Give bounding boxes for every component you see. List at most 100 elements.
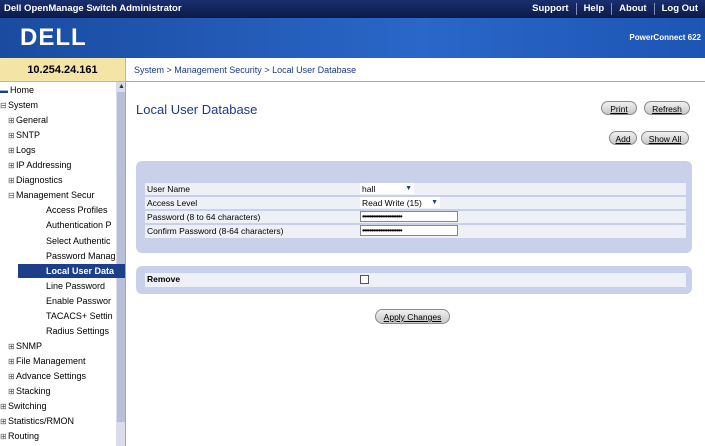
nav-item-label: Routing (8, 431, 40, 442)
nav-item-password-manag[interactable]: Password Manag (18, 249, 125, 263)
nav-item-stacking[interactable]: ⊞Stacking (8, 384, 116, 398)
password-row: Password (8 to 64 characters) ••••••••••… (145, 211, 686, 224)
nav-item-label: General (16, 115, 49, 126)
nav-item-label: Select Authentic (46, 235, 111, 246)
nav-item-system[interactable]: ⊟System (0, 98, 116, 112)
confirm-password-row: Confirm Password (8-64 characters) •••••… (145, 225, 686, 238)
top-links: Support Help About Log Out (525, 0, 705, 18)
nav-item-advance-settings[interactable]: ⊞Advance Settings (8, 369, 116, 383)
nav-item-label: Password Manag (46, 250, 116, 261)
show-all-button[interactable]: Show All (641, 131, 689, 145)
confirm-password-label: Confirm Password (8-64 characters) (147, 226, 284, 236)
user-name-row: User Name hall ▼ (145, 183, 686, 196)
nav-item-label: Advance Settings (16, 370, 87, 381)
nav-item-general[interactable]: ⊞General (8, 113, 116, 127)
nav-item-logs[interactable]: ⊞Logs (8, 143, 116, 157)
password-label: Password (8 to 64 characters) (147, 212, 261, 222)
nav-tree: ▲ ▬ Home ⊟System ⊞General ⊞SNTP ⊞Logs ⊞IP Addr… (0, 82, 126, 446)
collapse-icon[interactable]: ⊟ (8, 189, 16, 202)
logout-link[interactable]: Log Out (653, 3, 705, 15)
access-level-value: Read Write (15) (362, 197, 422, 208)
nav-item-label: Home (10, 85, 35, 95)
expand-icon[interactable]: ⊞ (8, 385, 16, 398)
password-input[interactable]: •••••••••••••••••••••• (360, 211, 458, 222)
chevron-down-icon: ▼ (431, 199, 438, 206)
nav-item-label: SNTP (16, 130, 41, 141)
nav-item-local-user-data[interactable]: Local User Data (18, 263, 125, 278)
expand-icon[interactable]: ⊞ (8, 129, 16, 142)
nav-item-label: Radius Settings (46, 325, 110, 336)
refresh-button[interactable]: Refresh (644, 101, 690, 115)
access-level-select[interactable]: Read Write (15) ▼ (360, 197, 440, 208)
nav-item-management-secur[interactable]: ⊟Management Secur (8, 188, 116, 202)
expand-icon[interactable]: ⊞ (8, 159, 16, 172)
user-name-select[interactable]: hall ▼ (360, 183, 414, 194)
nav-item-label: IP Addressing (16, 160, 72, 171)
nav-item-label: Diagnostics (16, 175, 63, 186)
access-level-row: Access Level Read Write (15) ▼ (145, 197, 686, 210)
user-name-label: User Name (147, 184, 190, 194)
user-name-value: hall (362, 183, 376, 194)
nav-item-label: Statistics/RMON (8, 416, 75, 427)
nav-item-line-password[interactable]: Line Password (18, 279, 125, 293)
nav-item-label: Management Secur (16, 190, 95, 201)
help-link[interactable]: Help (575, 3, 612, 15)
nav-item-switching[interactable]: ⊞Switching (0, 399, 116, 413)
nav-item-file-management[interactable]: ⊞File Management (8, 354, 116, 368)
nav-item-sntp[interactable]: ⊞SNTP (8, 128, 116, 142)
expand-icon[interactable]: ⊞ (8, 340, 16, 353)
remove-row: Remove (145, 273, 686, 287)
nav-item-label: Local User Data (46, 265, 115, 276)
nav-item-access-profiles[interactable]: Access Profiles (18, 203, 125, 217)
expand-icon[interactable]: ⊞ (8, 174, 16, 187)
nav-item-label: Enable Passwor (46, 295, 112, 306)
nav-item-label: TACACS+ Settin (46, 310, 113, 321)
home-icon: ▬ (0, 86, 8, 95)
ip-address: 10.254.24.161 (0, 58, 126, 82)
expand-icon[interactable]: ⊞ (0, 400, 8, 413)
nav-item-ip-addressing[interactable]: ⊞IP Addressing (8, 158, 116, 172)
breadcrumb-bar: System > Management Security > Local Use… (126, 58, 705, 82)
top-header-bar: Dell OpenManage Switch Administrator Sup… (0, 0, 705, 18)
chevron-down-icon: ▼ (405, 185, 412, 192)
nav-item-enable-passwor[interactable]: Enable Passwor (18, 294, 125, 308)
nav-item-label: Logs (16, 145, 36, 156)
expand-icon[interactable]: ⊞ (8, 370, 16, 383)
expand-icon[interactable]: ⊞ (0, 430, 8, 443)
app-title: Dell OpenManage Switch Administrator (4, 3, 182, 14)
product-name: PowerConnect 622 (629, 33, 701, 42)
expand-icon[interactable]: ⊞ (0, 415, 8, 428)
nav-item-tacacs-settin[interactable]: TACACS+ Settin (18, 309, 125, 323)
nav-item-radius-settings[interactable]: Radius Settings (18, 324, 125, 338)
nav-item-diagnostics[interactable]: ⊞Diagnostics (8, 173, 116, 187)
nav-item-authentication-p[interactable]: Authentication P (18, 218, 125, 232)
brand-bar: DELL PowerConnect 622 (0, 18, 705, 58)
nav-item-label: Line Password (46, 280, 106, 291)
nav-item-label: Switching (8, 401, 47, 412)
apply-changes-button[interactable]: Apply Changes (375, 309, 450, 324)
collapse-icon[interactable]: ⊟ (0, 99, 8, 112)
expand-icon[interactable]: ⊞ (8, 114, 16, 127)
nav-item-label: File Management (16, 355, 86, 366)
nav-item-statistics-rmon[interactable]: ⊞Statistics/RMON (0, 414, 116, 428)
page-title: Local User Database (136, 102, 258, 117)
nav-item-select-authentic[interactable]: Select Authentic (18, 234, 125, 248)
add-button[interactable]: Add (609, 131, 637, 145)
nav-item-label: Stacking (16, 386, 51, 396)
nav-item-routing[interactable]: ⊞Routing (0, 429, 116, 443)
nav-item-label: Authentication P (46, 220, 112, 231)
remove-checkbox[interactable] (360, 275, 369, 284)
access-level-label: Access Level (147, 198, 198, 208)
confirm-password-input[interactable]: •••••••••••••••••••••• (360, 225, 458, 236)
expand-icon[interactable]: ⊞ (8, 144, 16, 157)
print-button[interactable]: Print (601, 101, 637, 115)
support-link[interactable]: Support (525, 3, 575, 15)
expand-icon[interactable]: ⊞ (8, 355, 16, 368)
nav-item-snmp[interactable]: ⊞SNMP (8, 339, 116, 353)
about-link[interactable]: About (611, 3, 653, 15)
dell-logo: DELL (20, 24, 87, 51)
nav-item-label: Access Profiles (46, 205, 108, 216)
scroll-up-icon[interactable]: ▲ (118, 83, 125, 90)
nav-item-home[interactable]: ▬ Home (0, 83, 116, 97)
nav-item-label: SNMP (16, 340, 43, 351)
